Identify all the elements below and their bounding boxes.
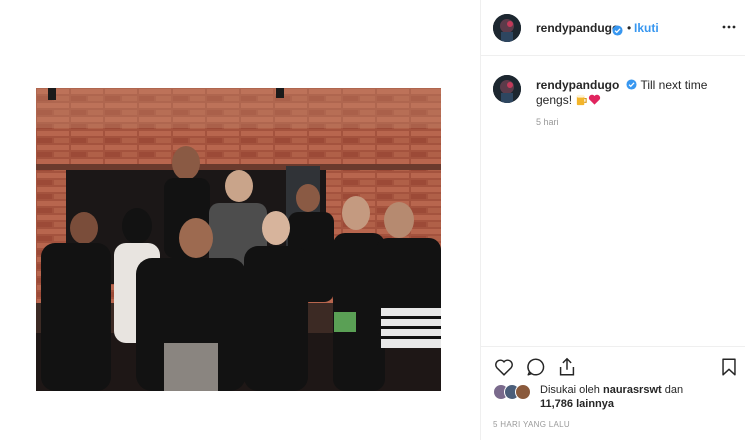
avatar[interactable] — [515, 384, 531, 400]
post-side-panel: rendypandugo • Ikuti rendypandugo Till n… — [480, 0, 745, 440]
avatar[interactable] — [493, 75, 521, 103]
follow-button[interactable]: Ikuti — [634, 21, 659, 35]
heart-icon[interactable] — [493, 356, 515, 378]
liked-by-joiner: dan — [664, 384, 684, 396]
red-heart-icon — [588, 93, 601, 106]
beer-mug-icon — [575, 93, 588, 106]
caption: rendypandugo Till next time gengs! — [536, 78, 736, 108]
comment-icon[interactable] — [525, 356, 547, 378]
action-bar — [481, 346, 745, 386]
verified-badge-icon — [626, 79, 637, 90]
likes-count[interactable]: 11,786 lainnya — [540, 397, 614, 411]
post-header: rendypandugo • Ikuti — [481, 0, 745, 56]
likes-text: Disukai oleh naurasrswt dan 11,786 lainn… — [540, 383, 684, 410]
caption-username[interactable]: rendypandugo — [536, 78, 619, 92]
separator-dot: • — [627, 21, 632, 35]
comment-age: 5 hari — [536, 117, 559, 127]
bookmark-icon[interactable] — [718, 356, 740, 378]
more-options-icon[interactable] — [721, 18, 737, 36]
verified-badge-icon — [612, 23, 623, 36]
liked-by-prefix: Disukai oleh — [540, 384, 600, 396]
likes-summary: Disukai oleh naurasrswt dan 11,786 lainn… — [493, 384, 743, 414]
share-icon[interactable] — [556, 356, 578, 378]
post-timestamp[interactable]: 5 HARI YANG LALU — [493, 420, 570, 429]
post-photo[interactable] — [36, 88, 441, 391]
avatar[interactable] — [493, 14, 521, 42]
media-pane — [0, 0, 480, 440]
username[interactable]: rendypandugo — [536, 21, 619, 35]
liked-by-user[interactable]: naurasrswt — [603, 384, 662, 396]
